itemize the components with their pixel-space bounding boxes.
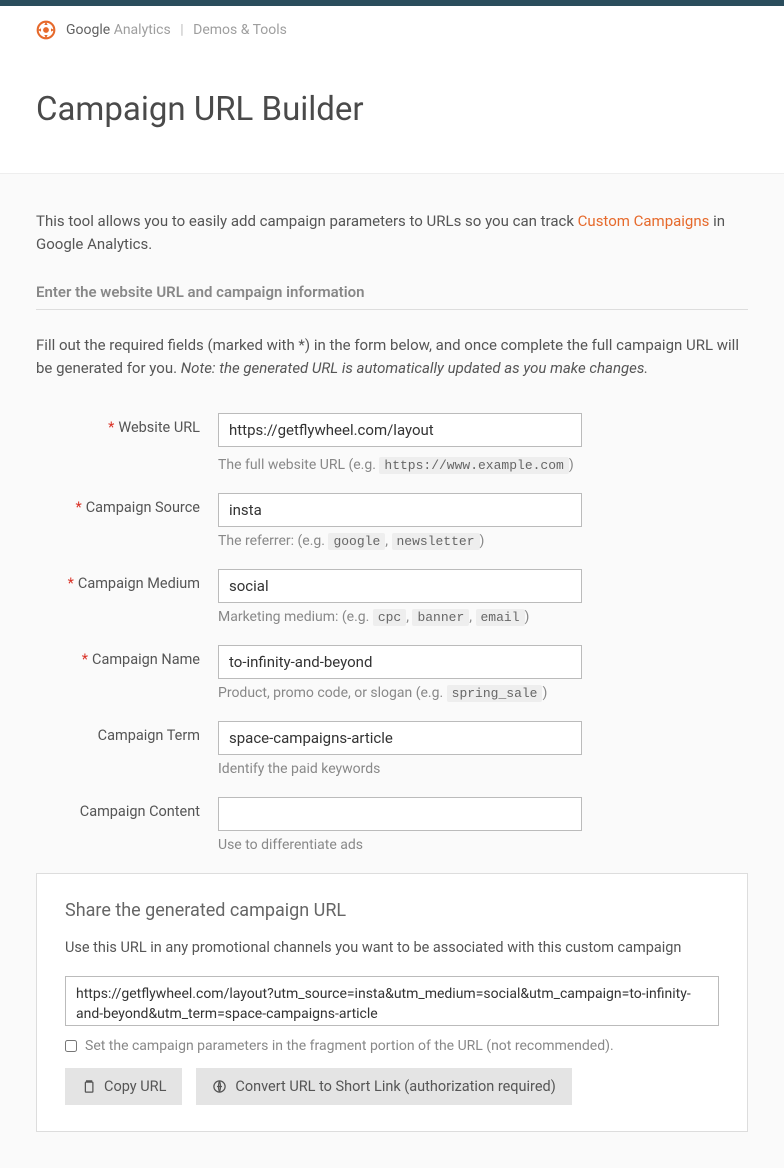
row-campaign-medium: *Campaign Medium Marketing medium: (e.g.… [36, 569, 748, 625]
shorten-url-label: Convert URL to Short Link (authorization… [235, 1078, 555, 1095]
fragment-label: Set the campaign parameters in the fragm… [85, 1038, 614, 1054]
instructions: Fill out the required fields (marked wit… [36, 334, 748, 379]
share-title: Share the generated campaign URL [65, 900, 719, 921]
ga-logo-icon [36, 20, 56, 40]
share-desc: Use this URL in any promotional channels… [65, 939, 719, 956]
input-campaign-source[interactable] [218, 493, 582, 527]
row-website-url: *Website URL https://getflywheel.com/lay… [36, 413, 748, 473]
intro-text: This tool allows you to easily add campa… [36, 210, 748, 255]
row-campaign-content: Campaign Content Use to differentiate ad… [36, 797, 748, 853]
row-campaign-term: Campaign Term Identify the paid keywords [36, 721, 748, 777]
page-title: Campaign URL Builder [36, 90, 748, 129]
help-campaign-name: Product, promo code, or slogan (e.g. spr… [218, 685, 748, 701]
input-website-url[interactable]: https://getflywheel.com/layout [218, 413, 582, 447]
input-campaign-name[interactable] [218, 645, 582, 679]
intro-pre: This tool allows you to easily add campa… [36, 212, 578, 230]
title-section: Campaign URL Builder [0, 54, 784, 174]
header: Google Analytics | Demos & Tools [0, 6, 784, 54]
label-campaign-source: *Campaign Source [36, 493, 218, 516]
label-campaign-medium: *Campaign Medium [36, 569, 218, 592]
share-box: Share the generated campaign URL Use thi… [36, 873, 748, 1132]
row-campaign-name: *Campaign Name Product, promo code, or s… [36, 645, 748, 701]
copy-url-label: Copy URL [104, 1078, 166, 1095]
shorten-url-button[interactable]: Convert URL to Short Link (authorization… [196, 1068, 571, 1105]
brand-main: Google [66, 22, 110, 38]
label-campaign-name: *Campaign Name [36, 645, 218, 668]
help-campaign-source: The referrer: (e.g. google, newsletter) [218, 533, 748, 549]
brand-separator: | [180, 22, 183, 38]
copy-url-button[interactable]: Copy URL [65, 1068, 182, 1105]
generated-url-field[interactable]: https://getflywheel.com/layout?utm_sourc… [65, 976, 719, 1026]
brand-text: Google Analytics | Demos & Tools [66, 22, 287, 38]
help-campaign-content: Use to differentiate ads [218, 837, 748, 853]
help-campaign-term: Identify the paid keywords [218, 761, 748, 777]
fragment-checkbox[interactable] [65, 1040, 77, 1052]
instructions-note: Note: the generated URL is automatically… [181, 359, 648, 377]
custom-campaigns-link[interactable]: Custom Campaigns [578, 212, 710, 230]
label-campaign-content: Campaign Content [36, 797, 218, 820]
label-campaign-term: Campaign Term [36, 721, 218, 744]
button-row: Copy URL Convert URL to Short Link (auth… [65, 1068, 719, 1105]
section-label: Enter the website URL and campaign infor… [36, 283, 748, 310]
fragment-row: Set the campaign parameters in the fragm… [65, 1038, 719, 1054]
input-campaign-medium[interactable] [218, 569, 582, 603]
link-icon [212, 1079, 227, 1094]
clipboard-icon [81, 1079, 96, 1094]
help-campaign-medium: Marketing medium: (e.g. cpc, banner, ema… [218, 609, 748, 625]
label-website-url: *Website URL [36, 413, 218, 436]
main-content: This tool allows you to easily add campa… [0, 174, 784, 1168]
input-campaign-content[interactable] [218, 797, 582, 831]
brand-section: Demos & Tools [193, 22, 287, 38]
input-campaign-term[interactable] [218, 721, 582, 755]
help-website-url: The full website URL (e.g. https://www.e… [218, 457, 748, 473]
row-campaign-source: *Campaign Source The referrer: (e.g. goo… [36, 493, 748, 549]
brand-sub: Analytics [114, 22, 171, 38]
